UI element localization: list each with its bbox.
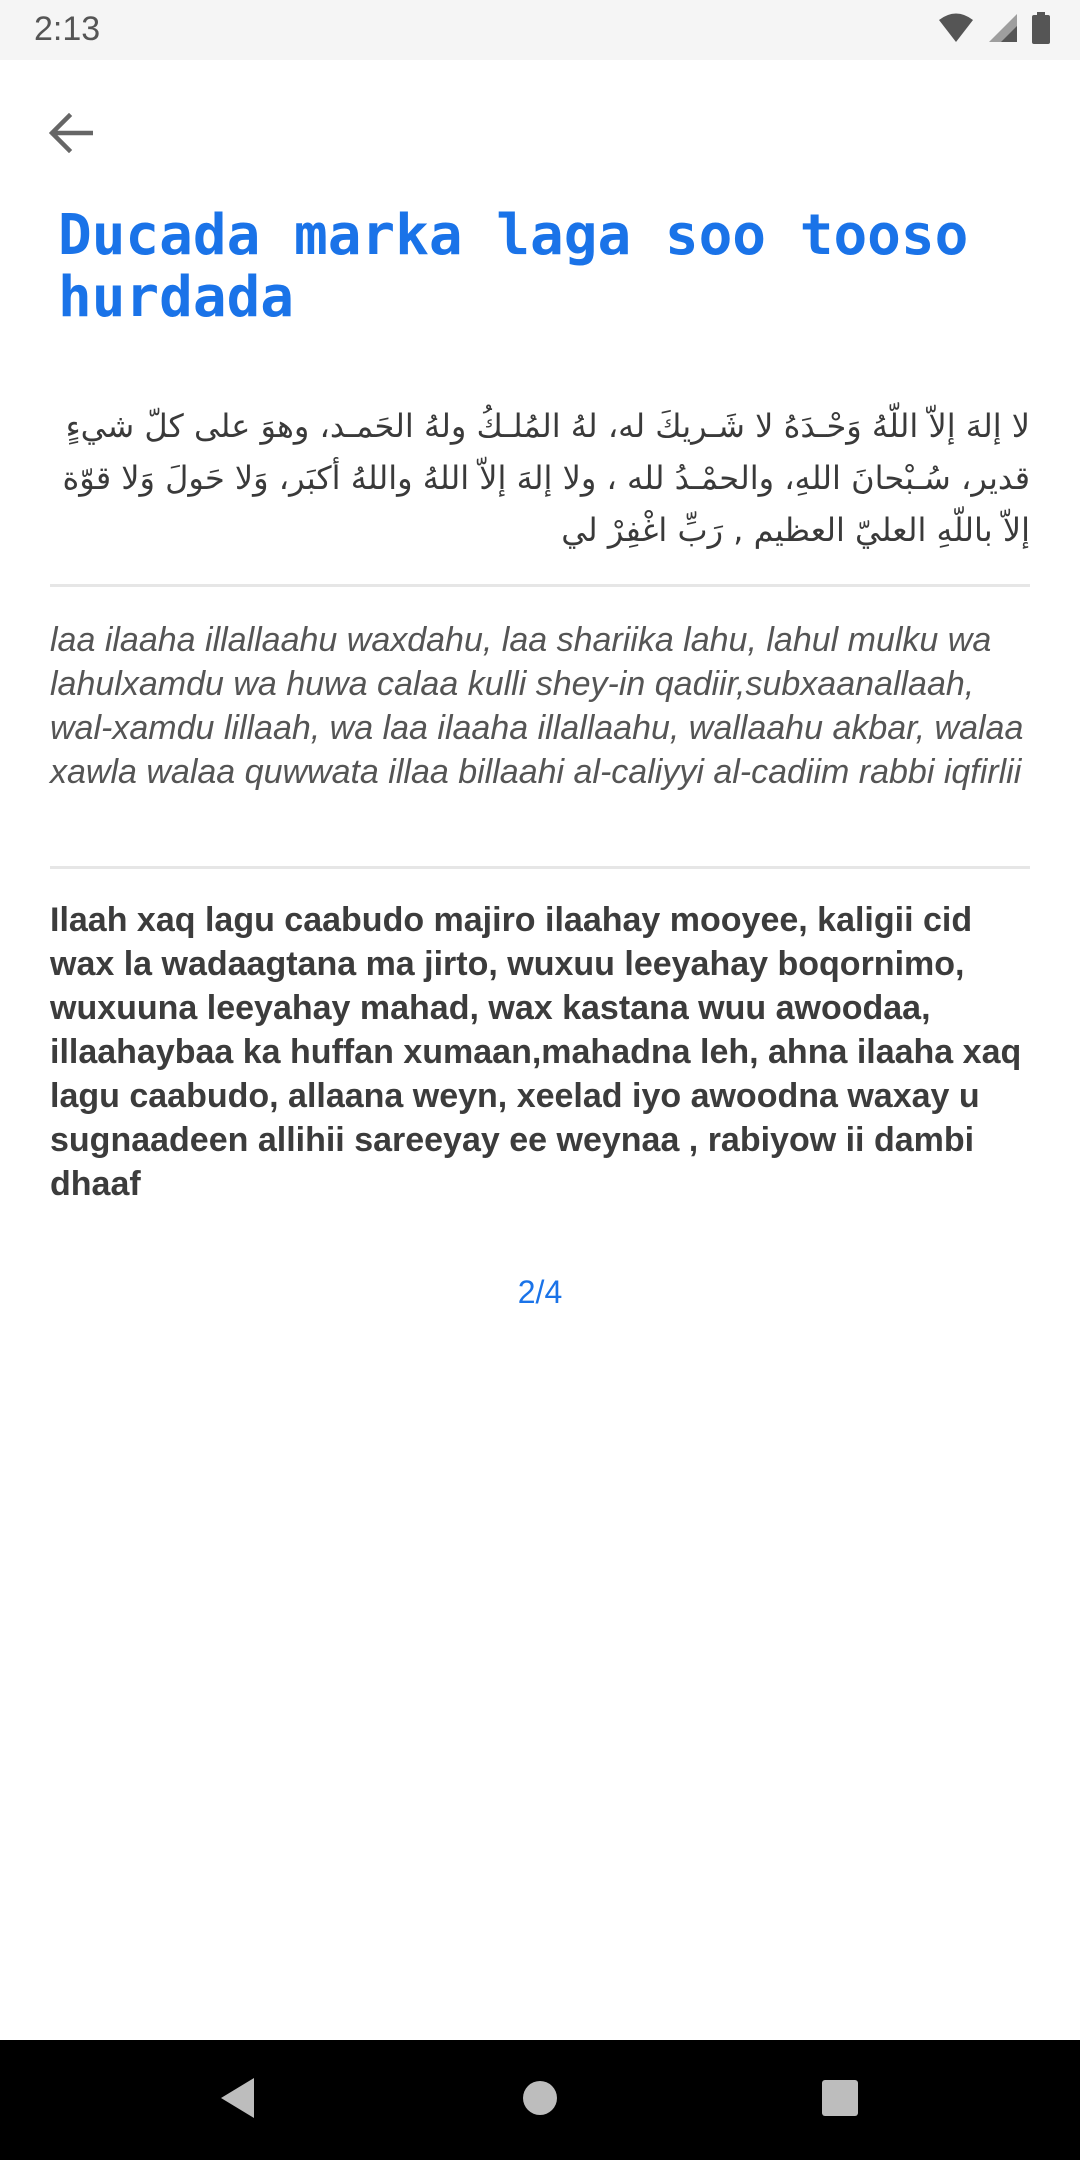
page-title: Ducada marka laga soo tooso hurdada xyxy=(58,203,969,330)
back-triangle-icon xyxy=(218,2076,258,2124)
divider xyxy=(50,584,1030,587)
status-time: 2:13 xyxy=(34,10,101,48)
battery-icon xyxy=(1032,12,1050,48)
home-circle-icon xyxy=(520,2078,560,2122)
wifi-icon xyxy=(938,13,974,47)
translation-text: Ilaah xaq lagu caabudo majiro ilaahay mo… xyxy=(50,901,1022,1203)
nav-recents-button[interactable] xyxy=(810,2070,870,2130)
transliteration-text: laa ilaaha illallaahu waxdahu, laa shari… xyxy=(50,621,1024,791)
arabic-dua-text: لا إلهَ إلاّ اللّهُ وَحْـدَهُ لا شَـريكَ… xyxy=(62,407,1030,549)
status-icons xyxy=(938,12,1050,48)
status-bar: 2:13 xyxy=(0,0,1080,60)
cell-signal-icon xyxy=(988,13,1018,47)
page-indicator: 2/4 xyxy=(517,1274,563,1310)
divider xyxy=(50,866,1030,869)
back-button[interactable] xyxy=(36,100,106,170)
nav-back-button[interactable] xyxy=(208,2070,268,2130)
recents-square-icon xyxy=(820,2078,860,2122)
arrow-left-icon xyxy=(48,112,94,157)
nav-home-button[interactable] xyxy=(510,2070,570,2130)
system-nav-bar xyxy=(0,2040,1080,2160)
app-bar xyxy=(0,60,1080,200)
